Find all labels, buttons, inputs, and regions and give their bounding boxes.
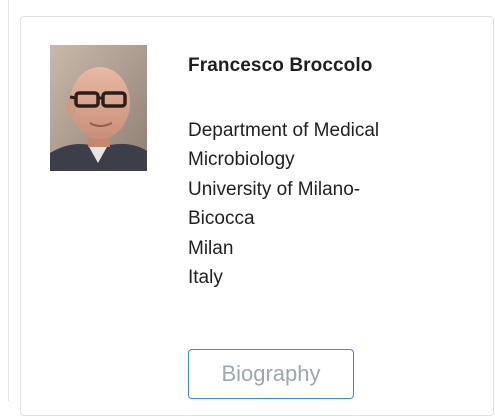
affiliation-line: University of Milano- [188, 178, 361, 200]
author-affiliation: Department of Medical Microbiology Unive… [188, 116, 458, 292]
affiliation-line: Bicocca [188, 208, 255, 230]
author-name: Francesco Broccolo [188, 55, 373, 76]
affiliation-country: Italy [188, 267, 223, 289]
previous-card-edge [0, 0, 9, 401]
affiliation-line: Microbiology [188, 149, 295, 171]
author-photo [50, 45, 147, 171]
author-card: Francesco Broccolo Department of Medical… [20, 16, 494, 416]
affiliation-city: Milan [188, 237, 234, 259]
biography-button[interactable]: Biography [188, 349, 354, 399]
affiliation-line: Department of Medical [188, 120, 380, 141]
